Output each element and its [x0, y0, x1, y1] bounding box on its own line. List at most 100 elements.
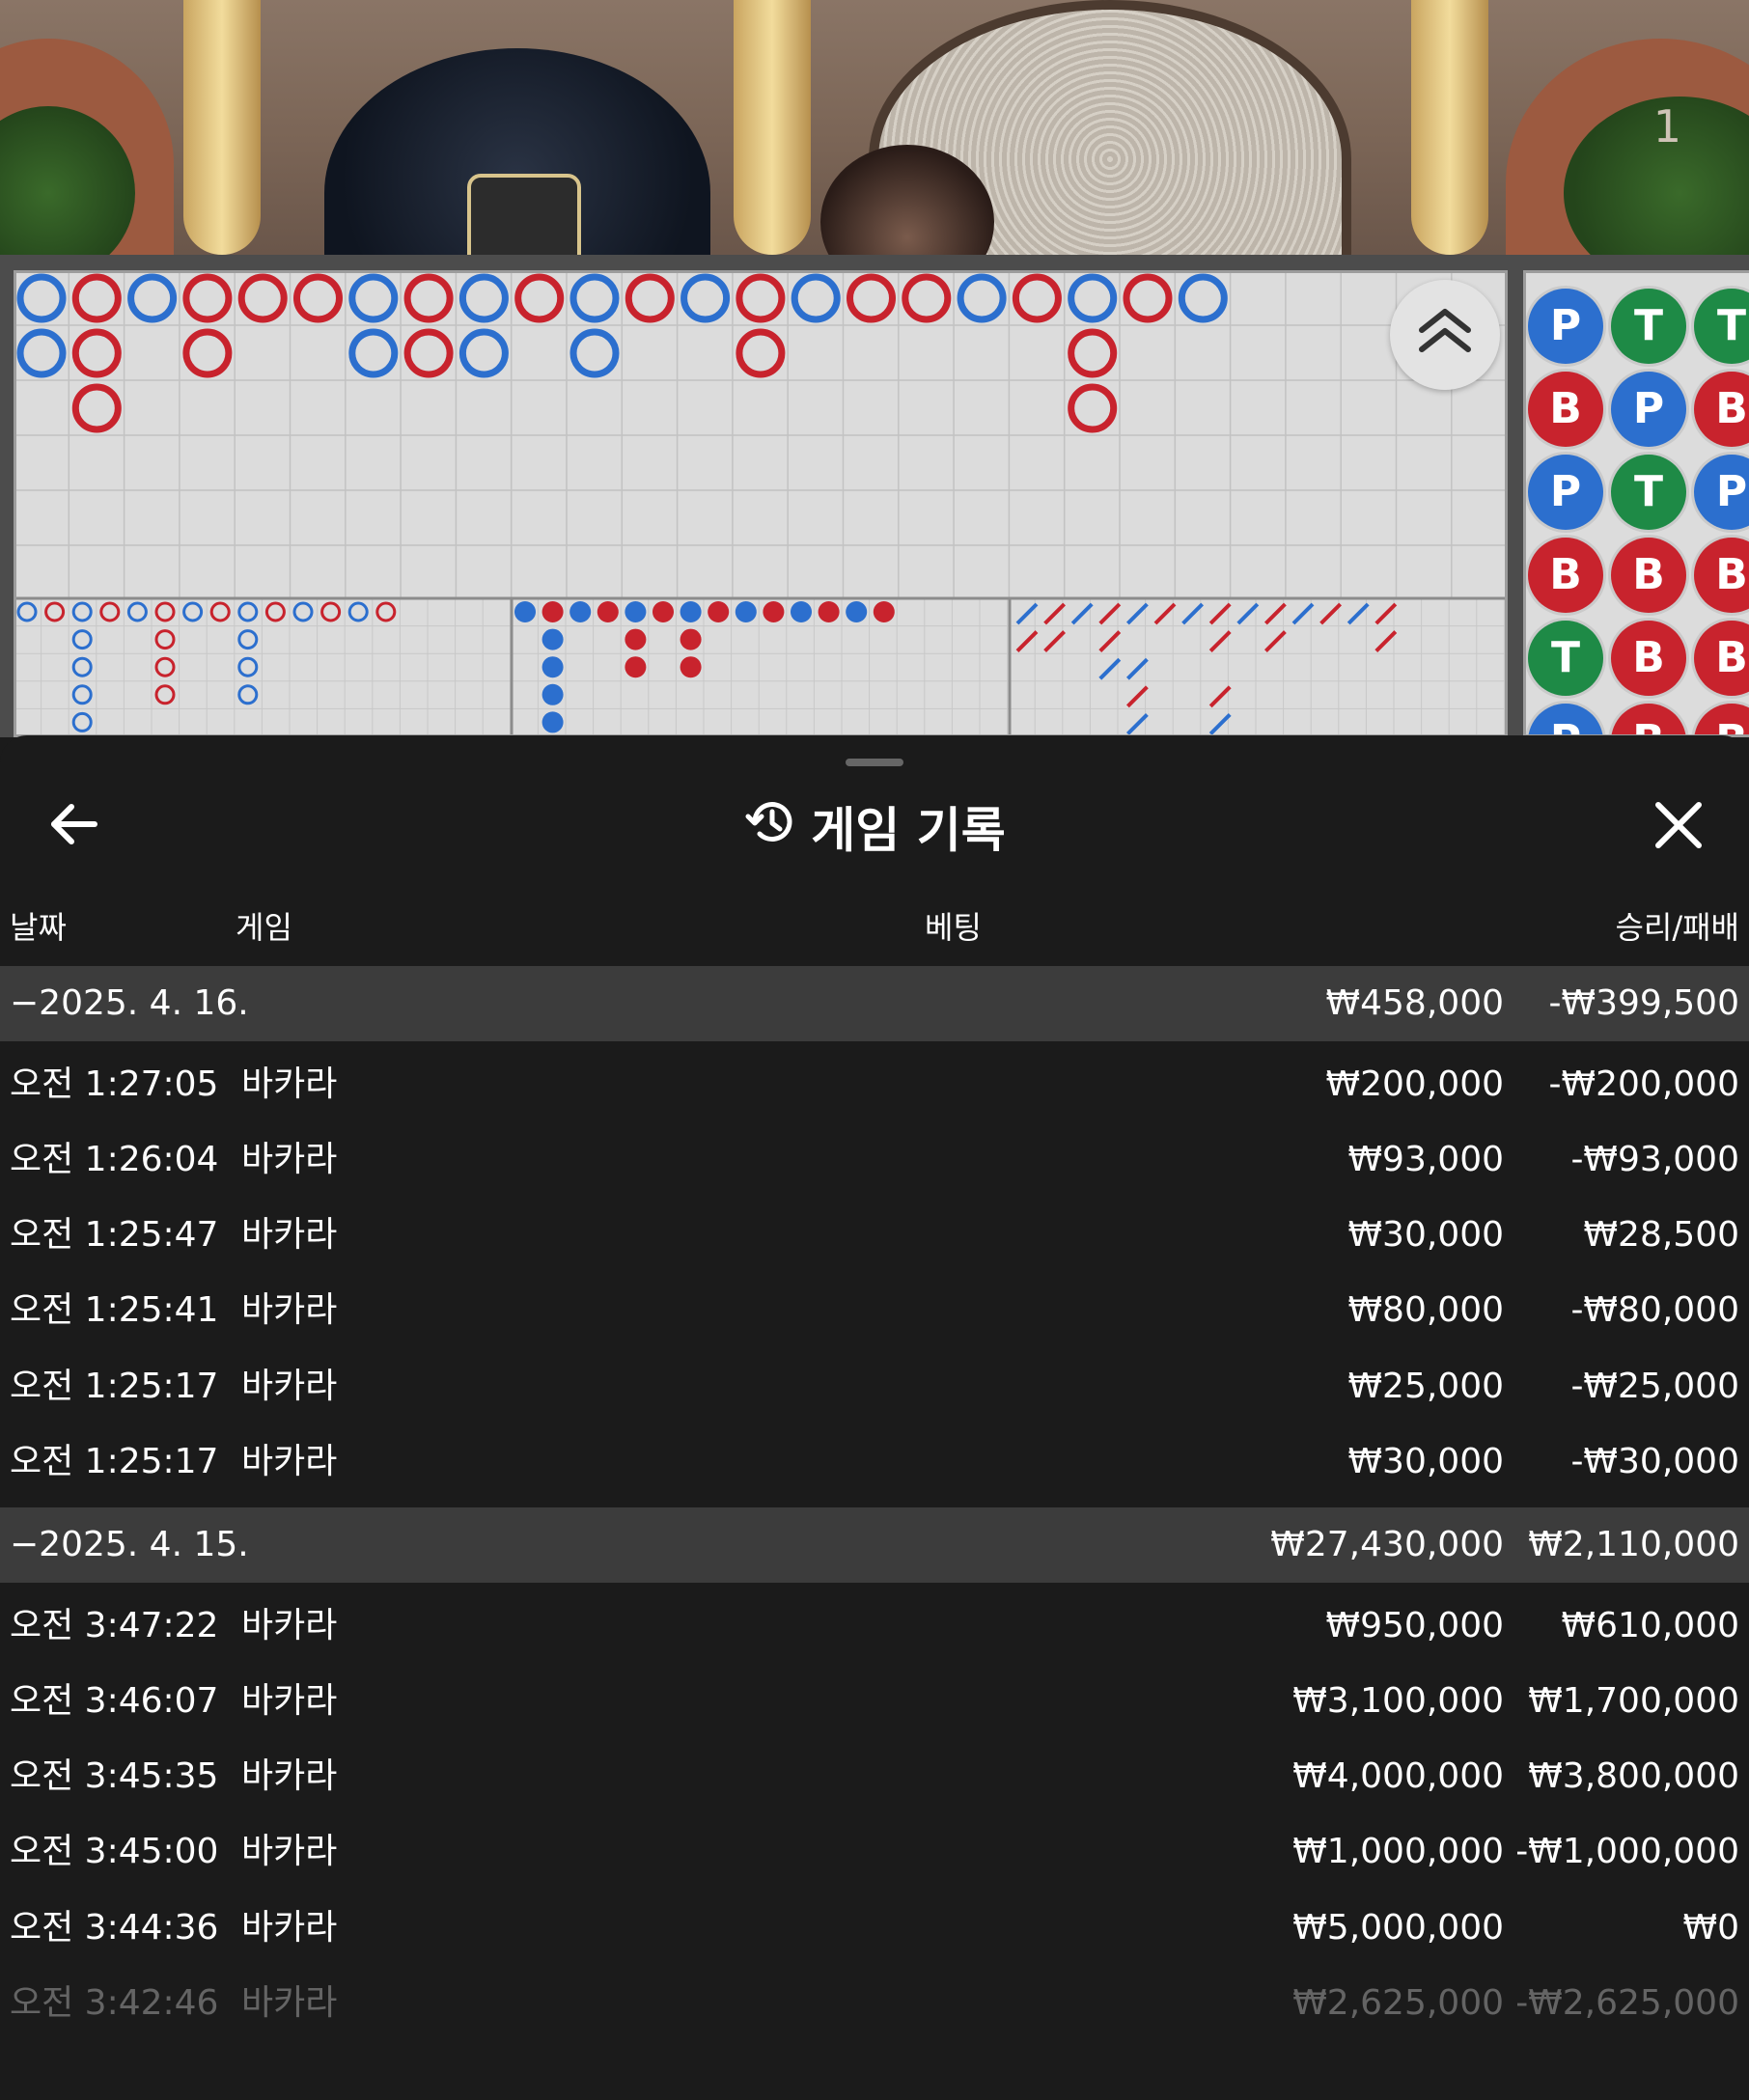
chevron-double-up-icon: [1419, 309, 1471, 352]
page-title: 게임 기록: [811, 802, 1006, 859]
sheet-header: 게임 기록: [0, 793, 1749, 861]
big-road-mark: [1068, 328, 1118, 378]
derived-road-mark: [71, 601, 93, 622]
row-bet: ₩30,000: [1347, 1442, 1504, 1481]
big-road-mark: [791, 273, 841, 323]
big-road-mark: [293, 273, 343, 323]
big-road-mark: [902, 273, 952, 323]
derived-road-mark: [625, 628, 647, 650]
bead-b: B: [1611, 621, 1686, 696]
history-row[interactable]: 오전 1:25:17 바카라 ₩30,000 -₩30,000: [0, 1424, 1749, 1500]
history-row[interactable]: 오전 1:25:41 바카라 ₩80,000 -₩80,000: [0, 1273, 1749, 1348]
row-time: 오전 3:47:22: [10, 1606, 219, 1645]
video-pillar: [1411, 0, 1488, 255]
derived-road-mark: [763, 601, 785, 622]
derived-road-mark: [1374, 630, 1398, 653]
derived-road-mark: [1125, 657, 1149, 680]
big-road-mark: [127, 273, 178, 323]
derived-road-mark: [237, 629, 259, 650]
sheet-drag-handle[interactable]: [846, 759, 903, 766]
history-row[interactable]: 오전 3:44:36 바카라 ₩5,000,000 ₩0: [0, 1891, 1749, 1966]
bead-b: B: [1528, 372, 1603, 447]
row-time: 오전 3:45:35: [10, 1756, 219, 1796]
derived-road-mark: [1263, 630, 1287, 653]
collapse-button[interactable]: [1390, 280, 1500, 390]
column-header-bet[interactable]: 베팅: [925, 903, 982, 948]
close-button[interactable]: [1651, 795, 1707, 853]
big-road-mark: [847, 273, 896, 323]
derived-road-mark: [846, 601, 868, 622]
video-logo-badge: [467, 174, 581, 255]
bead-b: B: [1528, 538, 1603, 613]
big-road-mark: [736, 273, 786, 323]
history-row[interactable]: 오전 3:42:46 바카라 ₩2,625,000 -₩2,625,000: [0, 1966, 1749, 2041]
row-bet: ₩80,000: [1347, 1290, 1504, 1330]
row-bet: ₩4,000,000: [1292, 1756, 1504, 1796]
row-bet: ₩200,000: [1325, 1064, 1504, 1104]
derived-road-mark: [652, 601, 674, 622]
derived-road-mark: [237, 656, 259, 677]
big-road-mark: [237, 273, 288, 323]
road-grid: [16, 273, 1505, 734]
row-time: 오전 1:25:41: [10, 1290, 219, 1330]
row-game: 바카라: [241, 1908, 338, 1948]
derived-road-mark: [320, 601, 342, 622]
derived-road-mark: [873, 601, 895, 622]
big-road-mark: [957, 273, 1007, 323]
bead-p: P: [1528, 704, 1603, 734]
row-result: -₩1,000,000: [1515, 1832, 1739, 1871]
row-bet: ₩3,100,000: [1292, 1681, 1504, 1721]
derived-road-mark: [375, 601, 397, 622]
history-row[interactable]: 오전 1:26:04 바카라 ₩93,000 -₩93,000: [0, 1122, 1749, 1198]
bead-p: P: [1528, 289, 1603, 364]
history-row[interactable]: 오전 3:46:07 바카라 ₩3,100,000 ₩1,700,000: [0, 1664, 1749, 1739]
derived-road-mark: [1043, 630, 1067, 653]
derived-road-mark: [292, 601, 314, 622]
row-game: 바카라: [241, 1442, 338, 1481]
column-header-date[interactable]: 날짜: [10, 903, 67, 948]
derived-road-mark: [44, 601, 66, 622]
derived-road-mark: [1125, 685, 1149, 708]
derived-road-mark: [71, 711, 93, 732]
history-row[interactable]: 오전 1:27:05 바카라 ₩200,000 -₩200,000: [0, 1047, 1749, 1122]
history-clock-icon: [743, 795, 797, 867]
row-game: 바카라: [241, 1140, 338, 1179]
row-result: ₩610,000: [1561, 1606, 1739, 1645]
row-result: ₩0: [1682, 1908, 1740, 1948]
history-row[interactable]: 오전 3:47:22 바카라 ₩950,000 ₩610,000: [0, 1589, 1749, 1664]
group-date: −2025. 4. 15.: [10, 1525, 249, 1564]
row-time: 오전 3:42:46: [10, 1983, 219, 2023]
big-road-mark: [71, 273, 122, 323]
row-result: ₩1,700,000: [1528, 1681, 1739, 1721]
derived-road-mark: [1208, 602, 1232, 625]
history-row[interactable]: 오전 3:45:00 바카라 ₩1,000,000 -₩1,000,000: [0, 1814, 1749, 1890]
row-time: 오전 1:27:05: [10, 1064, 219, 1104]
column-header-game[interactable]: 게임: [236, 903, 292, 948]
bead-b: B: [1694, 372, 1749, 447]
derived-road-mark: [791, 601, 812, 622]
derived-road-mark: [99, 601, 121, 622]
date-group-row[interactable]: −2025. 4. 16. ₩458,000 -₩399,500: [0, 966, 1749, 1041]
row-game: 바카라: [241, 1681, 338, 1721]
history-row[interactable]: 오전 3:45:35 바카라 ₩4,000,000 ₩3,800,000: [0, 1739, 1749, 1814]
row-time: 오전 1:25:17: [10, 1367, 219, 1406]
column-header-result[interactable]: 승리/패배: [1615, 903, 1739, 948]
row-result: ₩28,500: [1583, 1215, 1739, 1255]
group-date: −2025. 4. 16.: [10, 983, 249, 1023]
derived-road-mark: [680, 628, 702, 650]
close-icon: [1655, 802, 1702, 848]
row-result: -₩25,000: [1570, 1367, 1739, 1406]
row-game: 바카라: [241, 1064, 338, 1104]
big-road-mark: [569, 273, 620, 323]
big-road-mark: [458, 273, 509, 323]
row-game: 바카라: [241, 1832, 338, 1871]
history-row[interactable]: 오전 1:25:47 바카라 ₩30,000 ₩28,500: [0, 1198, 1749, 1273]
derived-road-mark: [71, 656, 93, 677]
derived-road-mark: [237, 601, 259, 622]
date-group-row[interactable]: −2025. 4. 15. ₩27,430,000 ₩2,110,000: [0, 1507, 1749, 1583]
big-road-mark: [1123, 273, 1173, 323]
history-row[interactable]: 오전 1:25:17 바카라 ₩25,000 -₩25,000: [0, 1349, 1749, 1424]
derived-road-mark: [569, 601, 592, 622]
group-result-total: ₩2,110,000: [1528, 1525, 1739, 1564]
row-game: 바카라: [241, 1606, 338, 1645]
